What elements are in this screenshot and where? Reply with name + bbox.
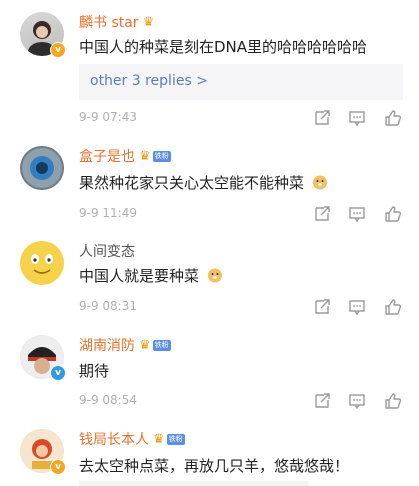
avatar[interactable] (20, 241, 64, 285)
share-icon[interactable] (312, 297, 332, 317)
user-name[interactable]: 人间变态 (79, 241, 135, 261)
comment-time: 9-9 07:43 (79, 110, 137, 124)
crown-icon: ♛ (142, 14, 155, 30)
comment-text-body: 果然种花家只关心太空能不能种菜 (79, 174, 305, 192)
user-name[interactable]: 湖南消防 (79, 335, 135, 355)
fan-badge: 铁粉 (166, 433, 185, 445)
share-icon[interactable] (312, 204, 332, 224)
like-icon[interactable] (383, 204, 403, 224)
comment-icon[interactable] (347, 297, 367, 317)
like-icon[interactable] (383, 297, 403, 317)
doge-emoji-icon (207, 268, 222, 283)
comment-text-body: 中国人就是要种菜 (79, 267, 200, 285)
share-icon[interactable] (312, 108, 332, 128)
verified-badge-icon: v (50, 42, 66, 58)
user-name[interactable]: 盒子是也 (79, 146, 135, 166)
like-icon[interactable] (383, 108, 403, 128)
comment-time: 9-9 11:49 (79, 206, 137, 220)
comment-text: 中国人的种菜是刻在DNA里的哈哈哈哈哈哈 (79, 38, 368, 56)
comment-text: 期待 (79, 362, 110, 380)
comment-icon[interactable] (347, 204, 367, 224)
share-icon[interactable] (312, 391, 332, 411)
avatar-image (22, 148, 62, 188)
fan-badge: 铁粉 (152, 339, 171, 351)
verified-badge-icon: v (50, 459, 66, 475)
attached-image-preview[interactable] (79, 481, 309, 486)
comment-text: 中国人就是要种菜 (79, 265, 223, 286)
comment-item: 人间变态 中国人就是要种菜 9-9 08:31 (0, 241, 419, 321)
crown-icon: ♛ (139, 337, 151, 353)
comment-item: v 湖南消防 ♛ 铁粉 期待 9-9 08:54 (0, 335, 419, 415)
avatar-image (21, 242, 63, 284)
verified-badge-icon: v (50, 365, 66, 381)
comment-icon[interactable] (347, 391, 367, 411)
comment-item: 盒子是也 ♛ 铁粉 果然种花家只关心太空能不能种菜 9-9 11:49 (0, 146, 419, 226)
doge-emoji-icon (312, 175, 327, 190)
avatar[interactable] (20, 146, 64, 190)
replies-box[interactable]: other 3 replies > (79, 64, 403, 100)
comment-time: 9-9 08:31 (79, 299, 137, 313)
comment-text: 果然种花家只关心太空能不能种菜 (79, 172, 328, 193)
comment-item: v 钱局长本人 ♛ 铁粉 去太空种点菜，再放几只羊，悠哉悠哉！ (0, 429, 419, 486)
fan-badge: 铁粉 (152, 150, 171, 162)
crown-icon: ♛ (139, 148, 151, 164)
user-name[interactable]: 钱局长本人 (79, 429, 149, 449)
comment-icon[interactable] (347, 108, 367, 128)
crown-icon: ♛ (153, 431, 165, 447)
user-name[interactable]: 麟书 star (79, 12, 139, 32)
comment-item: v 麟书 star ♛ 中国人的种菜是刻在DNA里的哈哈哈哈哈哈 other 3… (0, 12, 419, 132)
comment-time: 9-9 08:54 (79, 393, 137, 407)
more-replies-link[interactable]: other 3 replies > (90, 73, 208, 89)
comment-text: 去太空种点菜，再放几只羊，悠哉悠哉！ (79, 457, 350, 475)
like-icon[interactable] (383, 391, 403, 411)
